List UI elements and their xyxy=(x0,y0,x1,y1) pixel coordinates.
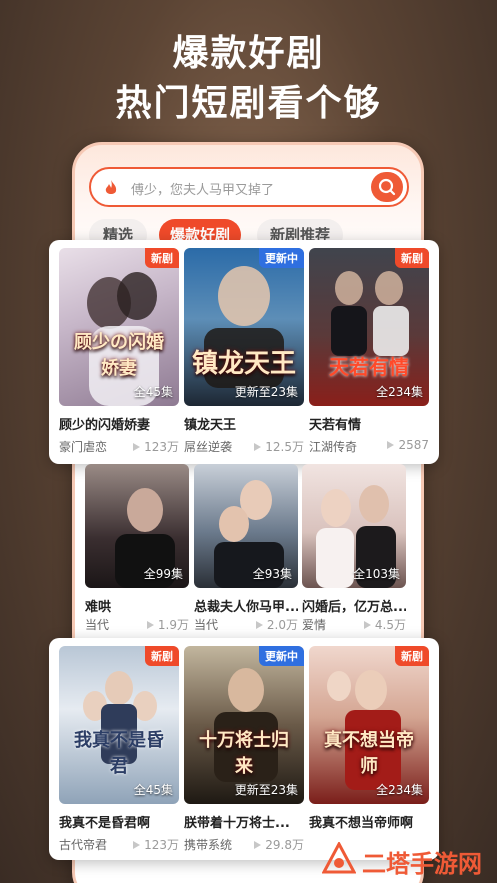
drama-poster[interactable]: 全93集 xyxy=(194,464,298,588)
drama-title: 朕带着十万将士... xyxy=(184,816,290,831)
episode-count: 更新至23集 xyxy=(234,385,298,399)
drama-genre: 屌丝逆袭 xyxy=(184,440,233,454)
flame-icon xyxy=(105,180,117,194)
drama-title: 总裁夫人你马甲... xyxy=(194,600,298,615)
view-count: 123万 xyxy=(133,836,179,853)
drama-title: 天若有情 xyxy=(309,418,362,433)
drama-genre: 当代 xyxy=(85,618,110,632)
view-count: 1.9万 xyxy=(146,616,189,633)
status-badge: 更新中 xyxy=(259,248,304,268)
view-count: 4.5万 xyxy=(363,616,406,633)
view-count: 29.8万 xyxy=(254,836,304,853)
episode-count: 全234集 xyxy=(376,783,423,797)
drama-poster[interactable]: 新剧 真不想当帝师 全234集 xyxy=(309,646,429,804)
watermark: 二塔手游网 xyxy=(322,838,497,883)
drama-title: 镇龙天王 xyxy=(184,418,237,433)
drama-poster[interactable]: 新剧 我真不是昏君 全45集 xyxy=(59,646,179,804)
view-count: 12.5万 xyxy=(254,438,304,455)
drama-title: 我真不是昏君啊 xyxy=(59,816,151,831)
drama-poster[interactable]: 新剧 顾少の闪婚娇妻 全45集 xyxy=(59,248,179,406)
search-bar[interactable]: 傅少，您夫人马甲又掉了 xyxy=(89,167,409,207)
search-icon xyxy=(378,178,396,196)
drama-title: 闪婚后，亿万总... xyxy=(302,600,406,615)
drama-row-card: 新剧 顾少の闪婚娇妻 全45集 顾少的闪婚娇妻 豪门虐恋 123万 更新中 镇龙… xyxy=(49,240,439,464)
poster-logo: 顾少の闪婚娇妻 xyxy=(74,332,164,379)
drama-title: 难哄 xyxy=(85,600,112,615)
drama-title: 顾少的闪婚娇妻 xyxy=(59,418,151,433)
watermark-logo-icon xyxy=(322,842,356,874)
poster-logo: 镇龙天王 xyxy=(192,349,297,379)
drama-genre: 爱情 xyxy=(302,618,327,632)
drama-genre: 豪门虐恋 xyxy=(59,440,108,454)
search-button[interactable] xyxy=(371,172,403,202)
episode-count: 全103集 xyxy=(353,567,400,581)
status-badge: 新剧 xyxy=(395,248,429,268)
poster-logo: 我真不是昏君 xyxy=(74,730,164,777)
view-count: 2587 xyxy=(387,438,429,452)
play-icon xyxy=(133,841,141,849)
status-badge: 新剧 xyxy=(145,248,179,268)
status-badge: 新剧 xyxy=(395,646,429,666)
poster-logo: 天若有情 xyxy=(329,355,409,379)
drama-genre: 江湖传奇 xyxy=(309,440,358,454)
drama-genre: 当代 xyxy=(194,618,219,632)
search-input[interactable]: 傅少，您夫人马甲又掉了 xyxy=(131,179,274,198)
hero-title: 爆款好剧 xyxy=(172,33,325,74)
drama-title: 我真不想当帝师啊 xyxy=(309,816,414,831)
drama-poster[interactable]: 更新中 镇龙天王 更新至23集 xyxy=(184,248,304,406)
episode-count: 全234集 xyxy=(376,385,423,399)
episode-count: 全45集 xyxy=(133,783,173,797)
poster-logo: 十万将士归来 xyxy=(199,730,289,777)
episode-count: 全93集 xyxy=(252,567,292,581)
play-icon xyxy=(363,621,371,629)
episode-count: 更新至23集 xyxy=(234,783,298,797)
drama-row-card: 新剧 我真不是昏君 全45集 我真不是昏君啊 古代帝君 123万 更新中 十万将… xyxy=(49,638,439,860)
watermark-text: 二塔手游网 xyxy=(362,850,482,878)
play-icon xyxy=(254,841,262,849)
status-badge: 新剧 xyxy=(145,646,179,666)
poster-logo: 真不想当帝师 xyxy=(324,730,414,777)
play-icon xyxy=(254,443,262,451)
episode-count: 全45集 xyxy=(133,385,173,399)
drama-poster[interactable]: 全103集 xyxy=(302,464,406,588)
play-icon xyxy=(133,443,141,451)
drama-poster[interactable]: 新剧 天若有情 全234集 xyxy=(309,248,429,406)
play-icon xyxy=(387,441,395,449)
episode-count: 全99集 xyxy=(143,567,183,581)
drama-poster[interactable]: 全99集 xyxy=(85,464,189,588)
drama-genre: 古代帝君 xyxy=(59,838,108,852)
drama-genre: 携带系统 xyxy=(184,838,233,852)
status-badge: 更新中 xyxy=(259,646,304,666)
hero-subtitle: 热门短剧看个够 xyxy=(115,83,382,124)
drama-poster[interactable]: 更新中 十万将士归来 更新至23集 xyxy=(184,646,304,804)
view-count: 2.0万 xyxy=(255,616,298,633)
play-icon xyxy=(255,621,263,629)
view-count: 123万 xyxy=(133,438,179,455)
play-icon xyxy=(146,621,154,629)
